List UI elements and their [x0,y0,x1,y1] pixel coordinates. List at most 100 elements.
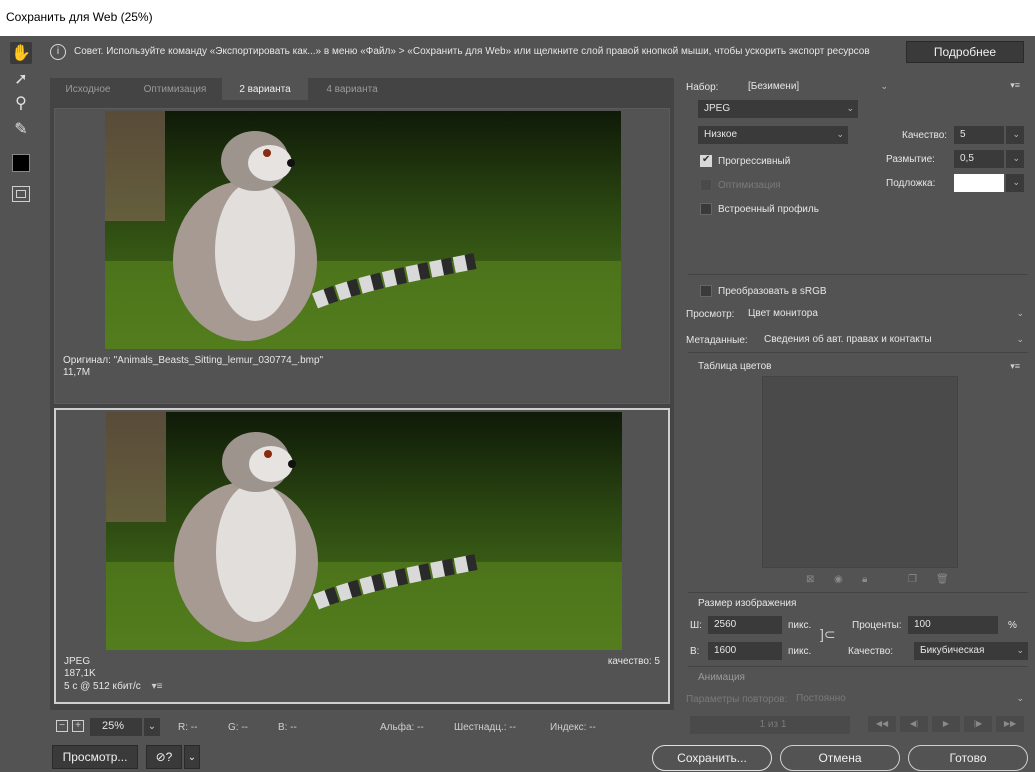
slice-select-icon[interactable]: ➚ [10,68,32,90]
new-color-icon[interactable]: ❐ [908,574,917,585]
web-snap-icon[interactable]: ◉ [834,574,843,585]
lock-color-icon[interactable]: 🔒︎ [862,574,867,585]
zoom-tool-icon[interactable]: ⚲ [10,92,32,114]
tab-optimized[interactable]: Оптимизация [130,78,220,100]
eyedropper-icon[interactable]: ✎ [10,118,32,140]
link-proportions-icon[interactable]: ]⊂ [820,626,836,643]
width-field[interactable]: 2560 [708,616,782,634]
matte-label: Подложка: [886,178,936,189]
metadata-value: Сведения об авт. правах и контакты [764,334,932,345]
tab-4-up[interactable]: 4 варианта [310,78,394,100]
map-to-transparent-icon[interactable]: ⊠ [806,574,814,585]
tab-2-up[interactable]: 2 варианта [222,78,308,100]
play-icon[interactable]: ▶ [932,716,960,732]
embed-profile-checkbox[interactable] [700,203,712,215]
original-preview-pane[interactable]: Оригинал: "Animals_Beasts_Sitting_lemur_… [54,108,670,404]
image-size-title: Размер изображения [698,598,797,609]
optimize-label: Оптимизация [718,180,781,191]
alpha-readout: Альфа: -- [380,722,424,733]
quality-label: Качество: [902,130,948,141]
preview-label: Просмотр: [686,309,735,320]
preview-select[interactable]: Цвет монитора ⌄ [742,305,1028,323]
download-speed-menu-icon[interactable]: ▾≡ [152,681,163,692]
convert-srgb-label: Преобразовать в sRGB [718,286,827,297]
hand-tool-icon[interactable]: ✋ [10,42,32,64]
format-select[interactable]: JPEG ⌄ [698,100,858,118]
browser-menu-chevron-icon[interactable]: ⌄ [184,745,200,769]
browser-preview-icon[interactable]: ⊘? [146,745,182,769]
matte-color-swatch[interactable] [954,174,1004,192]
resample-value: Бикубическая [920,645,985,656]
embed-profile-label: Встроенный профиль [718,204,819,215]
settings-panel: Набор: [Безимени] ⌄ ▾≡ JPEG ⌄ Низкое ⌄ К… [680,66,1030,741]
convert-srgb-checkbox[interactable] [700,285,712,297]
animation-title: Анимация [698,672,745,683]
first-frame-icon[interactable]: ◀◀ [868,716,896,732]
save-button[interactable]: Сохранить... [652,745,772,771]
height-field[interactable]: 1600 [708,642,782,660]
resample-label: Качество: [848,646,894,657]
preset-select[interactable]: [Безимени] ⌄ [742,78,892,96]
tip-text: Совет. Используйте команду «Экспортирова… [74,46,870,57]
cancel-button[interactable]: Отмена [780,745,900,771]
original-image [105,111,621,349]
resample-select[interactable]: Бикубическая ⌄ [914,642,1028,660]
done-button[interactable]: Готово [908,745,1028,771]
divider [688,666,1028,667]
optimize-checkbox[interactable] [700,179,712,191]
quality-preset-select[interactable]: Низкое ⌄ [698,126,848,144]
height-label: В: [690,646,700,657]
window-title: Сохранить для Web (25%) [6,10,153,24]
optimized-image [106,412,622,650]
color-table [762,376,958,568]
percent-field[interactable]: 100 [908,616,998,634]
window-title-bar: Сохранить для Web (25%) [0,0,1035,36]
view-tabs: Исходное Оптимизация 2 варианта 4 вариан… [50,78,674,100]
zoom-level-field[interactable]: 25% [90,718,142,736]
zoom-in-button[interactable]: + [72,720,84,732]
last-frame-icon[interactable]: ▶▶ [996,716,1024,732]
more-info-button[interactable]: Подробнее [906,41,1024,63]
preview-value: Цвет монитора [748,308,818,319]
metadata-select[interactable]: Сведения об авт. правах и контакты ⌄ [758,331,1028,349]
loop-label: Параметры повторов: [686,694,788,705]
optimized-quality: качество: 5 [607,656,660,667]
blur-slider-chevron-icon[interactable]: ⌄ [1006,150,1024,168]
loop-select[interactable]: Постоянно ⌄ [790,690,1028,708]
info-icon: i [50,44,66,60]
divider [688,592,1028,593]
preview-canvas: Оригинал: "Animals_Beasts_Sitting_lemur_… [50,100,674,710]
optimized-preview-pane[interactable]: JPEG 187,1K 5 с @ 512 кбит/с ▾≡ качество… [54,408,670,704]
next-frame-icon[interactable]: |▶ [964,716,992,732]
percent-sign: % [1008,620,1017,631]
matte-chevron-icon[interactable]: ⌄ [1006,174,1024,192]
progressive-checkbox[interactable] [700,154,712,167]
format-value: JPEG [704,103,731,114]
preview-button[interactable]: Просмотр... [52,745,138,769]
chevron-down-icon: ⌄ [1016,693,1024,703]
progressive-label: Прогрессивный [718,156,791,167]
eyedropper-color-swatch[interactable] [12,154,30,172]
trash-icon[interactable]: 🗑︎ [936,574,949,585]
toggle-slices-icon[interactable] [12,186,30,202]
download-time-text: 5 с @ 512 кбит/с [64,681,141,692]
blur-field[interactable]: 0,5 [954,150,1004,168]
blur-label: Размытие: [886,154,935,165]
index-readout: Индекс: -- [550,722,596,733]
frame-counter: 1 из 1 [690,716,850,734]
optimized-file-size: 187,1K [64,668,96,679]
chevron-down-icon: ⌄ [846,103,854,113]
zoom-dropdown-chevron-icon[interactable]: ⌄ [144,718,160,736]
zoom-out-button[interactable]: − [56,720,68,732]
chevron-down-icon: ⌄ [1016,308,1024,318]
optimize-menu-icon[interactable]: ▾≡ [1010,80,1020,91]
quality-slider-chevron-icon[interactable]: ⌄ [1006,126,1024,144]
quality-preset-value: Низкое [704,129,738,140]
color-table-menu-icon[interactable]: ▾≡ [1010,361,1020,372]
previous-frame-icon[interactable]: ◀| [900,716,928,732]
preset-label: Набор: [686,82,719,93]
download-time: 5 с @ 512 кбит/с ▾≡ [64,681,162,693]
divider [688,352,1028,353]
tab-original[interactable]: Исходное [50,78,126,100]
quality-field[interactable]: 5 [954,126,1004,144]
